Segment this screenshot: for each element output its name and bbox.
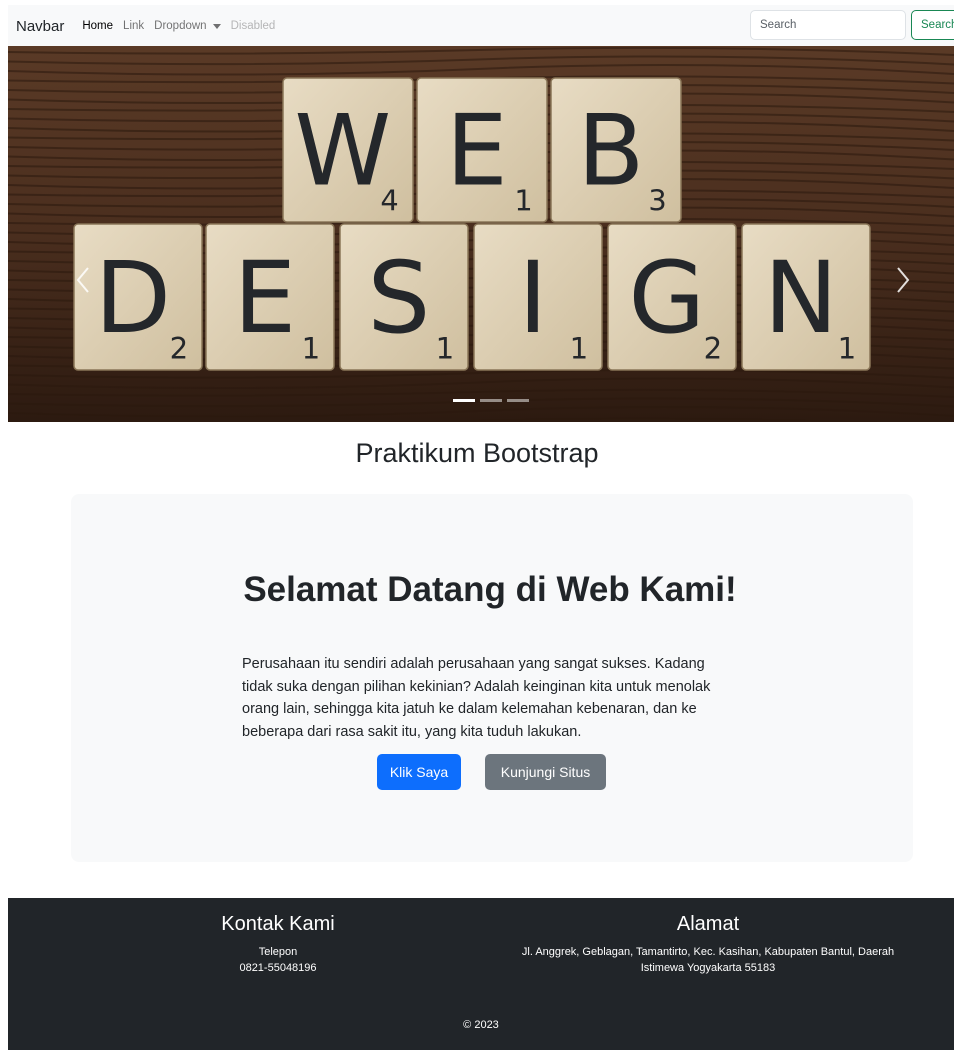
svg-text:2: 2: [170, 331, 189, 365]
navbar: Navbar Home Link Dropdown Disabled Searc…: [8, 5, 954, 47]
nav-dropdown[interactable]: Dropdown: [154, 20, 221, 32]
letter-tile-r2-0: D2: [73, 223, 203, 371]
carousel-indicator-1[interactable]: [453, 399, 475, 402]
jumbotron-heading: Selamat Datang di Web Kami!: [243, 570, 737, 609]
caret-down-icon: [212, 23, 221, 29]
svg-text:D: D: [95, 241, 171, 356]
footer-phone-label: Telepon: [258, 946, 298, 958]
footer-phone-number: 0821-55048196: [239, 962, 317, 974]
letter-tile-r1-0: W4: [282, 77, 414, 223]
svg-text:1: 1: [570, 331, 589, 365]
footer-copyright: © 2023: [463, 1019, 499, 1031]
letter-tile-r1-1: E1: [416, 77, 548, 223]
svg-text:B: B: [577, 95, 644, 209]
letter-tile-r2-2: S1: [339, 223, 469, 371]
carousel-indicators: [453, 399, 534, 402]
letter-tile-r2-5: N1: [741, 223, 871, 371]
svg-text:1: 1: [838, 331, 857, 365]
svg-text:3: 3: [648, 183, 666, 217]
letter-tile-r1-2: B3: [550, 77, 682, 223]
svg-text:1: 1: [436, 331, 455, 365]
footer-contact-heading: Kontak Kami: [221, 913, 335, 935]
svg-text:E: E: [446, 95, 508, 209]
svg-text:N: N: [764, 241, 838, 356]
nav-link-link[interactable]: Link: [123, 20, 144, 32]
carousel-next-icon[interactable]: [894, 266, 912, 294]
kunjungi-situs-button[interactable]: Kunjungi Situs: [485, 754, 606, 790]
carousel-indicator-2[interactable]: [480, 399, 502, 402]
letter-tile-r2-4: G2: [607, 223, 737, 371]
svg-text:4: 4: [380, 183, 398, 217]
carousel-prev-icon[interactable]: [74, 266, 92, 294]
carousel-indicator-3[interactable]: [507, 399, 529, 402]
svg-text:W: W: [294, 95, 391, 209]
footer-address: Jl. Anggrek, Geblagan, Tamantirto, Kec. …: [521, 946, 895, 974]
svg-text:E: E: [234, 241, 297, 356]
jumbotron-text: Perusahaan itu sendiri adalah perusahaan…: [242, 656, 711, 740]
carousel-image: W4 E 1 B 3 D2 E 1 S 1 I 1 G2 N 1: [8, 46, 954, 422]
footer-address-heading: Alamat: [676, 913, 740, 935]
footer: Kontak Kami Telepon 0821-55048196 Alamat…: [8, 898, 954, 1050]
carousel: W4E1B3 D2E1S1I1G2N1: [8, 46, 954, 422]
search-input[interactable]: [750, 10, 906, 40]
svg-text:2: 2: [704, 331, 723, 365]
svg-text:1: 1: [302, 331, 321, 365]
letter-tile-r2-1: E1: [205, 223, 335, 371]
svg-text:S: S: [367, 241, 430, 356]
nav-dropdown-label: Dropdown: [154, 20, 207, 32]
svg-text:I: I: [518, 241, 547, 356]
page-title: Praktikum Bootstrap: [355, 438, 599, 468]
search-button[interactable]: Search: [911, 10, 954, 40]
nav-link-home[interactable]: Home: [82, 20, 113, 32]
letter-tile-r2-3: I1: [473, 223, 603, 371]
svg-text:1: 1: [514, 183, 532, 217]
svg-text:G: G: [628, 241, 705, 356]
nav-links: Home Link Dropdown Disabled: [82, 20, 285, 32]
klik-saya-button[interactable]: Klik Saya: [377, 754, 461, 790]
nav-link-disabled: Disabled: [230, 20, 276, 32]
navbar-brand[interactable]: Navbar: [16, 18, 64, 35]
